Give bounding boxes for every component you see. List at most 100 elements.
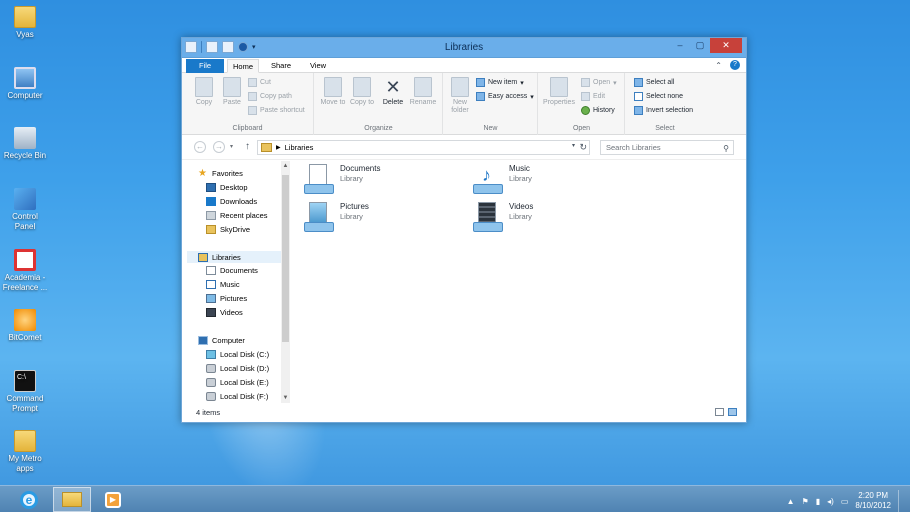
refresh-icon[interactable]: ↻: [579, 142, 587, 153]
scroll-thumb[interactable]: [282, 175, 289, 342]
show-desktop-button[interactable]: [898, 490, 904, 512]
downloads-icon: [206, 197, 216, 206]
nav-documents[interactable]: Documents: [206, 266, 258, 275]
nav-local-disk-c[interactable]: Local Disk (C:): [206, 350, 269, 359]
volume-icon[interactable]: ◂): [827, 497, 834, 506]
move-to-button[interactable]: Move to: [319, 77, 347, 107]
taskbar-media-player[interactable]: ▶: [94, 487, 132, 512]
invert-selection-button[interactable]: Invert selection: [634, 106, 693, 115]
view-switcher: [715, 408, 737, 416]
minimize-button[interactable]: –: [670, 38, 690, 53]
details-view-icon[interactable]: [715, 408, 724, 416]
nav-skydrive[interactable]: SkyDrive: [206, 225, 250, 234]
breadcrumb[interactable]: Libraries: [285, 143, 314, 152]
edit-button[interactable]: Edit: [581, 92, 605, 101]
large-icons-view-icon[interactable]: [728, 408, 737, 416]
group-label: Clipboard: [232, 125, 263, 132]
desktop-icon-recycle-bin[interactable]: Recycle Bin: [2, 127, 48, 161]
scroll-up-icon[interactable]: ▲: [281, 163, 290, 169]
invert-selection-icon: [634, 106, 643, 115]
history-button[interactable]: History: [581, 106, 615, 115]
copy-icon: [195, 77, 213, 97]
desktop-icon-command-prompt[interactable]: C:\ Command Prompt: [2, 370, 48, 414]
nav-pictures[interactable]: Pictures: [206, 294, 247, 303]
copy-path-icon: [248, 92, 257, 101]
nav-desktop[interactable]: Desktop: [206, 183, 248, 192]
close-button[interactable]: ✕: [710, 38, 742, 53]
desktop-icon-computer[interactable]: Computer: [2, 67, 48, 101]
desktop-icon-control-panel[interactable]: Control Panel: [2, 188, 48, 232]
forward-button[interactable]: →: [213, 141, 225, 153]
new-item-button[interactable]: New item ▾: [476, 78, 524, 87]
delete-button[interactable]: ✕ Delete: [379, 77, 407, 107]
library-documents[interactable]: Documents Library: [304, 164, 380, 194]
nav-favorites[interactable]: ★ Favorites: [198, 169, 243, 179]
paste-button[interactable]: Paste: [218, 77, 246, 107]
edit-icon: [581, 92, 590, 101]
copy-button[interactable]: Copy: [190, 77, 218, 107]
search-icon: ⚲: [723, 144, 729, 153]
address-history-icon[interactable]: ▾: [572, 142, 575, 149]
nav-local-disk-e[interactable]: Local Disk (E:): [206, 378, 269, 387]
new-item-icon: [476, 78, 485, 87]
chevron-up-icon[interactable]: ⌃: [715, 61, 722, 70]
scroll-down-icon[interactable]: ▼: [281, 395, 290, 401]
action-center-flag-icon[interactable]: ⚑: [802, 497, 809, 506]
desktop-icon-academia[interactable]: Academia - Freelance ...: [2, 249, 48, 293]
group-label: New: [483, 125, 498, 132]
tab-view[interactable]: View: [302, 59, 334, 73]
maximize-button[interactable]: ▢: [690, 38, 710, 53]
copy-to-icon: [353, 77, 371, 97]
back-button[interactable]: ←: [194, 141, 206, 153]
new-folder-button[interactable]: New folder: [446, 77, 474, 115]
tab-share[interactable]: Share: [265, 59, 297, 73]
breadcrumb-separator-icon: ▶: [276, 145, 281, 151]
paste-icon: [223, 77, 241, 97]
library-name: Music: [509, 164, 530, 173]
title-bar[interactable]: ▾ Libraries – ▢ ✕: [182, 38, 746, 58]
taskbar-file-explorer[interactable]: [53, 487, 91, 512]
select-all-button[interactable]: Select all: [634, 78, 674, 87]
up-button[interactable]: ↑: [245, 141, 250, 152]
desktop-icon-my-metro-apps[interactable]: My Metro apps: [2, 430, 48, 474]
search-input[interactable]: Search Libraries ⚲: [600, 140, 734, 155]
properties-icon: [550, 77, 568, 97]
open-button[interactable]: Open ▾: [581, 78, 617, 87]
desktop-icon-vyas[interactable]: Vyas: [2, 6, 48, 40]
folder-icon: [14, 430, 36, 452]
show-hidden-icons-icon[interactable]: ▲: [787, 497, 795, 506]
help-icon[interactable]: ?: [730, 60, 740, 70]
taskbar-internet-explorer[interactable]: e: [10, 487, 48, 512]
easy-access-button[interactable]: Easy access ▾: [476, 92, 534, 101]
cut-button[interactable]: Cut: [248, 78, 271, 87]
nav-computer[interactable]: Computer: [198, 336, 245, 345]
recent-locations-icon[interactable]: ▾: [230, 143, 233, 150]
desktop-icon-bitcomet[interactable]: BitComet: [2, 309, 48, 343]
library-music[interactable]: ♪ Music Library: [473, 164, 532, 194]
library-videos[interactable]: Videos Library: [473, 202, 533, 232]
nav-local-disk-d[interactable]: Local Disk (D:): [206, 364, 269, 373]
power-icon[interactable]: ▭: [841, 497, 849, 506]
desktop-icon-label: Command Prompt: [6, 394, 44, 413]
paste-shortcut-button[interactable]: Paste shortcut: [248, 106, 305, 115]
nav-downloads[interactable]: Downloads: [206, 197, 257, 206]
nav-music[interactable]: Music: [206, 280, 240, 289]
clock-time: 2:20 PM: [858, 491, 889, 500]
rename-button[interactable]: Rename: [409, 77, 437, 107]
tab-file[interactable]: File: [186, 59, 224, 73]
tab-home[interactable]: Home: [227, 59, 259, 73]
nav-videos[interactable]: Videos: [206, 308, 243, 317]
clock[interactable]: 2:20 PM 8/10/2012: [855, 491, 891, 511]
group-label: Open: [572, 125, 591, 132]
nav-libraries[interactable]: Libraries: [187, 251, 281, 263]
library-pictures[interactable]: Pictures Library: [304, 202, 369, 232]
network-icon[interactable]: ▮: [816, 497, 820, 506]
properties-button[interactable]: Properties: [541, 77, 577, 107]
address-bar[interactable]: ▶ Libraries ▾ ↻: [257, 140, 590, 155]
nav-local-disk-f[interactable]: Local Disk (F:): [206, 392, 268, 401]
copy-path-button[interactable]: Copy path: [248, 92, 292, 101]
select-none-button[interactable]: Select none: [634, 92, 683, 101]
copy-to-button[interactable]: Copy to: [348, 77, 376, 107]
nav-scrollbar[interactable]: ▲ ▼: [281, 161, 290, 403]
nav-recent-places[interactable]: Recent places: [206, 211, 268, 220]
